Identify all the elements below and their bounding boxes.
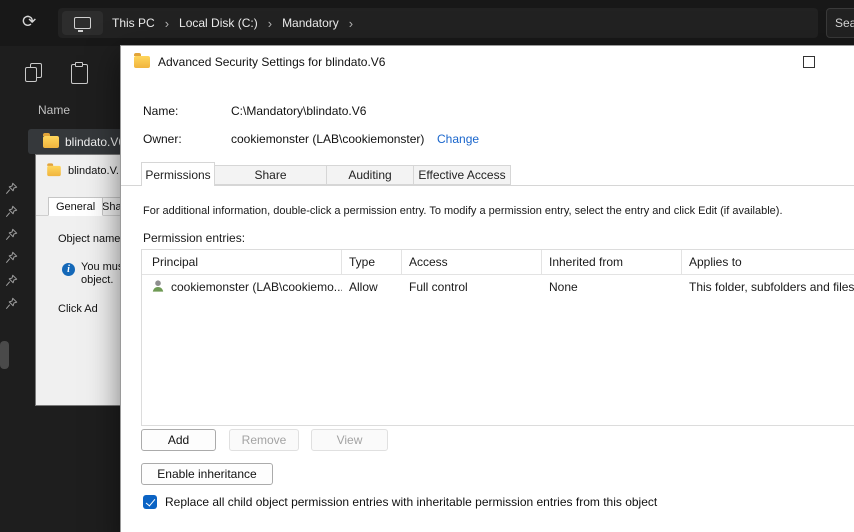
pin-icon bbox=[5, 297, 18, 310]
this-pc-device-button[interactable] bbox=[62, 11, 103, 35]
table-header-row: Principal Type Access Inherited from App… bbox=[142, 250, 854, 275]
tab-share[interactable]: Share bbox=[214, 165, 327, 185]
breadcrumb-item-mandatory[interactable]: Mandatory bbox=[273, 16, 348, 30]
info-icon bbox=[62, 263, 75, 276]
tab-effective-access-label: Effective Access bbox=[418, 168, 506, 182]
name-value: C:\Mandatory\blindato.V6 bbox=[231, 104, 367, 118]
file-name-label: blindato.V6 bbox=[65, 134, 126, 149]
permission-entries-label: Permission entries: bbox=[143, 231, 246, 245]
info-text-line1: You mus bbox=[81, 261, 124, 273]
tab-general[interactable]: General bbox=[48, 197, 104, 216]
properties-dialog-titlebar: blindato.V... bbox=[46, 163, 126, 177]
cell-principal: cookiemonster (LAB\cookiemo... bbox=[171, 280, 342, 294]
info-text-line2: object. bbox=[81, 274, 114, 286]
search-text: Sea bbox=[835, 16, 854, 30]
tab-auditing[interactable]: Auditing bbox=[326, 165, 414, 185]
remove-button[interactable]: Remove bbox=[229, 429, 299, 451]
name-label: Name: bbox=[143, 104, 179, 118]
properties-dialog-title: blindato.V... bbox=[68, 165, 126, 177]
column-header-applies-to[interactable]: Applies to bbox=[682, 250, 854, 274]
folder-icon bbox=[47, 163, 61, 177]
explorer-titlebar: This PC Local Disk (C:) Mandatory Sea bbox=[0, 0, 854, 46]
refresh-icon[interactable] bbox=[22, 12, 36, 32]
scrollbar-thumb[interactable] bbox=[0, 341, 9, 369]
pin-icon bbox=[5, 182, 18, 195]
folder-icon bbox=[43, 132, 59, 148]
instruction-text: For additional information, double-click… bbox=[143, 205, 783, 217]
tab-sharing-label: Sha bbox=[102, 200, 122, 213]
replace-permissions-label: Replace all child object permission entr… bbox=[165, 495, 658, 509]
cell-applies-to: This folder, subfolders and files bbox=[689, 280, 854, 294]
view-button[interactable]: View bbox=[311, 429, 388, 451]
paste-icon[interactable] bbox=[71, 62, 88, 84]
copy-icon[interactable] bbox=[25, 63, 43, 83]
change-owner-link[interactable]: Change bbox=[437, 132, 479, 146]
pin-icon bbox=[5, 205, 18, 218]
column-header-access[interactable]: Access bbox=[402, 250, 542, 274]
pin-icon bbox=[5, 251, 18, 264]
dialog-tabstrip: Permissions Share Auditing Effective Acc… bbox=[121, 162, 854, 186]
table-row[interactable]: cookiemonster (LAB\cookiemo... Allow Ful… bbox=[142, 275, 854, 299]
tab-permissions-label: Permissions bbox=[145, 167, 211, 182]
folder-icon bbox=[134, 53, 150, 68]
click-advanced-text: Click Ad bbox=[58, 303, 98, 315]
replace-permissions-checkbox[interactable] bbox=[143, 495, 157, 509]
tab-permissions[interactable]: Permissions bbox=[141, 162, 215, 186]
pin-icon bbox=[5, 228, 18, 241]
user-icon bbox=[150, 278, 166, 297]
add-button[interactable]: Add bbox=[141, 429, 216, 451]
replace-permissions-row: Replace all child object permission entr… bbox=[143, 495, 657, 509]
tab-auditing-label: Auditing bbox=[348, 168, 392, 182]
search-input[interactable]: Sea bbox=[826, 8, 854, 38]
object-name-label: Object name: bbox=[58, 233, 124, 245]
enable-inheritance-button[interactable]: Enable inheritance bbox=[141, 463, 273, 485]
properties-dialog[interactable]: blindato.V... General Sha Object name: Y… bbox=[35, 154, 132, 406]
pin-icon bbox=[5, 274, 18, 287]
desktop-screen: This PC Local Disk (C:) Mandatory Sea Na… bbox=[0, 0, 854, 532]
column-header-inherited-from[interactable]: Inherited from bbox=[542, 250, 682, 274]
maximize-button[interactable] bbox=[795, 50, 823, 74]
file-row-selected[interactable]: blindato.V6 bbox=[28, 129, 128, 154]
tab-general-label: General bbox=[56, 200, 96, 213]
permission-entries-table[interactable]: Principal Type Access Inherited from App… bbox=[141, 249, 854, 426]
owner-label: Owner: bbox=[143, 132, 182, 146]
breadcrumb-item-local-disk[interactable]: Local Disk (C:) bbox=[170, 16, 267, 30]
chevron-right-icon[interactable] bbox=[348, 16, 354, 31]
advanced-security-dialog: Advanced Security Settings for blindato.… bbox=[120, 45, 854, 532]
breadcrumb-item-this-pc[interactable]: This PC bbox=[103, 16, 164, 30]
tab-effective-access[interactable]: Effective Access bbox=[413, 165, 511, 185]
cell-inherited-from: None bbox=[549, 280, 578, 294]
dialog-titlebar[interactable]: Advanced Security Settings for blindato.… bbox=[121, 46, 854, 78]
monitor-icon bbox=[74, 17, 91, 32]
column-header-type[interactable]: Type bbox=[342, 250, 402, 274]
dialog-title: Advanced Security Settings for blindato.… bbox=[158, 55, 386, 69]
owner-value: cookiemonster (LAB\cookiemonster) bbox=[231, 132, 425, 146]
column-header-principal[interactable]: Principal bbox=[142, 250, 342, 274]
address-bar[interactable]: This PC Local Disk (C:) Mandatory bbox=[58, 8, 818, 38]
cell-type: Allow bbox=[349, 280, 378, 294]
maximize-icon bbox=[803, 56, 815, 68]
tab-share-label: Share bbox=[254, 168, 287, 182]
cell-access: Full control bbox=[409, 280, 468, 294]
column-header-name[interactable]: Name bbox=[38, 103, 70, 117]
